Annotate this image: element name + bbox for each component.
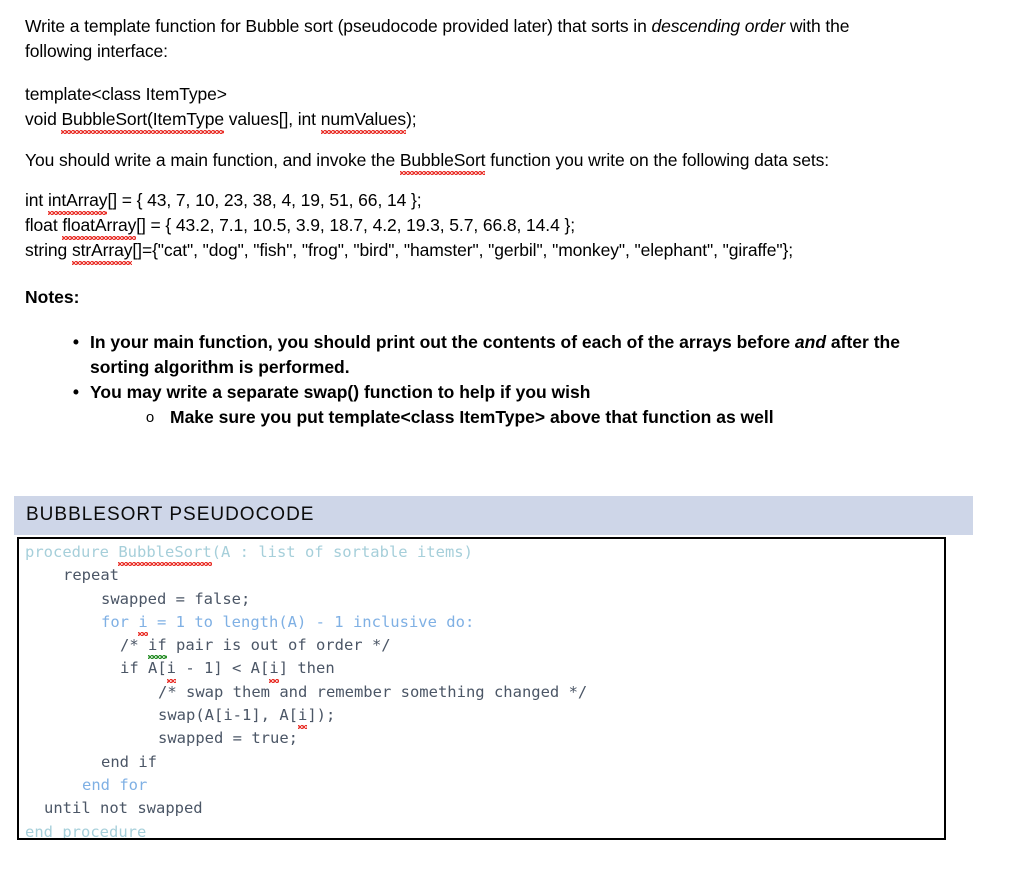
sub-bullet-marker-icon: o	[145, 409, 155, 426]
int-array-post: [] = { 43, 7, 10, 23, 38, 4, 19, 51, 66,…	[107, 190, 422, 210]
float-array-post: [] = { 43.2, 7.1, 10.5, 3.9, 18.7, 4.2, …	[136, 215, 575, 235]
note-bullet-text-pre: In your main function, you should print …	[90, 332, 795, 352]
pseudocode-token: = 1 to length(A) - 1 inclusive do:	[147, 612, 475, 631]
string-array-pre: string	[25, 240, 72, 260]
pseudocode-token: - 1] < A[	[176, 659, 270, 678]
float-array-pre: float	[25, 215, 63, 235]
pseudocode-token: ]);	[307, 706, 336, 725]
pseudocode-line: for i = 1 to length(A) - 1 inclusive do:	[25, 611, 944, 637]
pseudocode-misspelled-token: i	[166, 657, 177, 684]
pseudocode-grammar-token: if	[148, 634, 167, 660]
pseudocode-misspelled-token: i	[138, 611, 149, 637]
pseudocode-token: /* swap them and remember something chan…	[158, 682, 588, 701]
pseudocode-token: until not swapped	[44, 799, 203, 818]
string-array-post: []={"cat", "dog", "fish", "frog", "bird"…	[132, 240, 793, 260]
string-array-identifier: strArray	[71, 238, 133, 265]
pseudocode-misspelled-token: i	[297, 704, 308, 730]
pseudocode-token: pair is out of order */	[166, 636, 391, 655]
pseudocode-line: swapped = true;	[25, 727, 944, 750]
pseudocode-misspelled-token: BubbleSort	[118, 541, 212, 567]
intro-paragraph: Write a template function for Bubble sor…	[25, 14, 970, 64]
pseudocode-token: swapped = true;	[158, 729, 298, 748]
intro-text-pre: Write a template function for Bubble sor…	[25, 16, 652, 36]
intro-text-emphasis: descending order	[651, 16, 786, 36]
note-bullet-item: • You may write a separate swap() functio…	[62, 380, 922, 405]
pseudocode-misspelled-token: i	[269, 657, 280, 684]
pseudocode-token: repeat	[63, 566, 119, 585]
note-bullet-item: • In your main function, you should print…	[62, 330, 922, 380]
note-bullet-text-pre: Make sure you put template<class ItemTyp…	[170, 407, 774, 427]
pseudocode-token: for	[101, 612, 139, 631]
data-sets-block: int intArray[] = { 43, 7, 10, 23, 38, 4,…	[25, 188, 1000, 265]
bullet-marker-icon: •	[72, 332, 80, 352]
pseudocode-line: until not swapped	[25, 797, 944, 820]
pseudocode-line: /* if pair is out of order */	[25, 634, 944, 660]
pseudocode-token: swap(A[i-1], A[	[158, 706, 298, 725]
note-bullet-text: You may write a separate swap() function…	[90, 380, 922, 405]
pseudocode-line: swapped = false;	[25, 588, 944, 611]
signature-line-2-post: );	[406, 109, 417, 129]
note-bullet-emphasis: and	[794, 332, 827, 352]
pseudocode-line: end if	[25, 751, 944, 774]
notes-heading: Notes:	[25, 287, 80, 307]
pseudocode-line: /* swap them and remember something chan…	[25, 681, 944, 704]
note-bullet-text-pre: You may write a separate swap() function…	[90, 382, 591, 402]
bullet-marker-icon: •	[72, 382, 80, 402]
invoke-text-pre: You should write a main function, and in…	[25, 150, 400, 170]
pseudocode-line: swap(A[i-1], A[i]);	[25, 704, 944, 730]
pseudocode-line: procedure BubbleSort(A : list of sortabl…	[25, 541, 944, 567]
signature-line-1: template<class ItemType>	[25, 84, 227, 104]
invoke-paragraph: You should write a main function, and in…	[25, 148, 985, 175]
note-bullet-text: In your main function, you should print …	[90, 330, 922, 380]
pseudocode-token: ] then	[278, 659, 335, 678]
int-array-pre: int	[25, 190, 48, 210]
pseudocode-header-title: BUBBLESORT PSEUDOCODE	[26, 504, 315, 525]
pseudocode-token: end procedure	[25, 822, 147, 840]
pseudocode-header-band: BUBBLESORT PSEUDOCODE	[14, 496, 973, 535]
pseudocode-token: /*	[120, 636, 148, 655]
pseudocode-code-box: procedure BubbleSort(A : list of sortabl…	[17, 537, 946, 840]
pseudocode-token: (A : list of sortable items)	[211, 543, 473, 561]
pseudocode-line: end for	[25, 774, 944, 797]
float-array-identifier: floatArray	[62, 213, 136, 240]
signature-misspelling-bubblesort: BubbleSort(ItemType	[61, 107, 224, 134]
signature-block: template<class ItemType> void BubbleSort…	[25, 82, 970, 134]
note-bullet-text: Make sure you put template<class ItemTyp…	[170, 405, 920, 430]
pseudocode-lines: procedure BubbleSort(A : list of sortabl…	[19, 539, 944, 840]
pseudocode-token: end for	[82, 775, 148, 794]
invoke-misspelling-bubblesort: BubbleSort	[399, 148, 486, 175]
invoke-text-post: function you write on the following data…	[485, 150, 829, 170]
signature-misspelling-numvalues: numValues	[320, 107, 407, 134]
notes-bullet-list: • In your main function, you should print…	[0, 330, 1016, 430]
pseudocode-token: end if	[101, 752, 157, 771]
intro-text-line2: following interface:	[25, 41, 168, 61]
signature-line-2-mid: values[], int	[223, 109, 321, 129]
pseudocode-line: if A[i - 1] < A[i] then	[25, 657, 944, 684]
note-bullet-item: o Make sure you put template<class ItemTy…	[130, 405, 920, 430]
pseudocode-line: end procedure	[25, 821, 944, 840]
pseudocode-token: swapped = false;	[101, 589, 251, 608]
pseudocode-token: if A[	[120, 659, 167, 678]
intro-text-post: with the	[785, 16, 850, 36]
int-array-identifier: intArray	[47, 188, 108, 215]
pseudocode-line: repeat	[25, 564, 944, 587]
signature-line-2-pre: void	[25, 109, 62, 129]
pseudocode-token: procedure	[25, 543, 119, 561]
